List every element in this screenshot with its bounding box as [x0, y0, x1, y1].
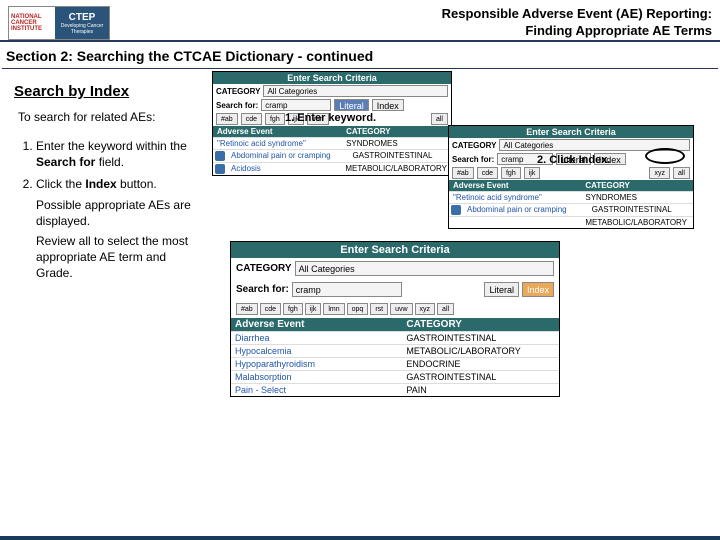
category-label: CATEGORY	[216, 87, 260, 96]
letter-tab[interactable]: ijk	[524, 167, 541, 179]
section-title: Section 2: Searching the CTCAE Dictionar…	[2, 42, 718, 69]
logo-ctep-top: CTEP	[57, 12, 107, 23]
letter-tab[interactable]: rst	[370, 303, 388, 315]
ae-link[interactable]: Malabsorption	[231, 371, 402, 383]
ae-link[interactable]: Acidosis	[227, 163, 341, 175]
step-1: Enter the keyword within the Search for …	[36, 138, 202, 170]
letter-tab[interactable]: uvw	[390, 303, 412, 315]
ae-link[interactable]: Hypoparathyroidism	[231, 358, 402, 370]
search-for-label: Search for:	[452, 155, 494, 164]
search-for-label: Search for:	[236, 284, 289, 295]
step-2-sub1: Possible appropriate AEs are displayed.	[36, 197, 202, 229]
step-2-sub2: Review all to select the most appropriat…	[36, 233, 202, 282]
row-icon	[451, 205, 461, 215]
category-select[interactable]: All Categories	[263, 85, 448, 97]
ae-link[interactable]: Diarrhea	[231, 332, 402, 344]
ae-link[interactable]: Hypocalcemia	[231, 345, 402, 357]
letter-tab[interactable]: fgh	[265, 113, 285, 125]
letter-tab[interactable]: #ab	[452, 167, 474, 179]
letter-tab[interactable]: xyz	[649, 167, 670, 179]
callout-2: 2. Click Index.	[537, 154, 610, 166]
letter-tab[interactable]: fgh	[283, 303, 303, 315]
ae-link[interactable]	[449, 217, 581, 228]
panel-enter-keyword: Enter Search Criteria CATEGORY All Categ…	[212, 71, 452, 176]
letter-tab[interactable]: xyz	[415, 303, 436, 315]
search-for-label: Search for:	[216, 101, 258, 110]
page-title: Responsible Adverse Event (AE) Reporting…	[442, 6, 712, 40]
esc-header: Enter Search Criteria	[231, 242, 559, 258]
letter-tabs: #ab cde fgh ijk xyz all	[449, 166, 693, 180]
ae-results-1: "Retinoic acid syndrome"SYNDROMES Abdomi…	[213, 137, 451, 175]
search-input[interactable]: cramp	[292, 282, 402, 297]
letter-tab[interactable]: lmn	[323, 303, 344, 315]
literal-button[interactable]: Literal	[334, 99, 369, 111]
letter-tab[interactable]: fgh	[501, 167, 521, 179]
slide-header: NATIONAL CANCER INSTITUTE CTEP Developin…	[0, 0, 720, 42]
callout-1: 1. Enter keyword.	[285, 112, 376, 124]
cat-col-header: CATEGORY	[402, 318, 559, 331]
letter-tab-all[interactable]: all	[673, 167, 690, 179]
ae-link[interactable]: "Retinoic acid syndrome"	[449, 192, 581, 203]
title-line-1: Responsible Adverse Event (AE) Reporting…	[442, 6, 712, 23]
row-icon	[215, 164, 225, 174]
ae-results-2: "Retinoic acid syndrome"SYNDROMES Abdomi…	[449, 191, 693, 228]
letter-tab[interactable]: cde	[477, 167, 498, 179]
ae-link[interactable]: "Retinoic acid syndrome"	[213, 138, 342, 149]
ae-results-3: DiarrheaGASTROINTESTINAL HypocalcemiaMET…	[231, 331, 559, 396]
letter-tab-all[interactable]: all	[431, 113, 448, 125]
index-button[interactable]: Index	[522, 282, 554, 297]
ae-link[interactable]: Abdominal pain or cramping	[227, 150, 348, 162]
letter-tab[interactable]: #ab	[236, 303, 258, 315]
cat-col-header: CATEGORY	[342, 126, 451, 137]
index-button[interactable]: Index	[372, 99, 404, 111]
panel-click-index: Enter Search Criteria CATEGORY All Categ…	[448, 125, 694, 229]
logo-ctep-sub: Developing Cancer Therapies	[57, 23, 107, 35]
letter-tabs: #ab cde fgh ijk lmn opq rst uvw xyz all	[231, 300, 559, 318]
cat-col-header: CATEGORY	[581, 180, 693, 191]
letter-tab[interactable]: opq	[347, 303, 369, 315]
intro-text: To search for related AEs:	[18, 110, 178, 124]
title-line-2: Finding Appropriate AE Terms	[442, 23, 712, 40]
esc-header: Enter Search Criteria	[449, 126, 693, 138]
ae-col-header: Adverse Event	[231, 318, 402, 331]
ae-col-header: Adverse Event	[213, 126, 342, 137]
logo-ctep: CTEP Developing Cancer Therapies	[55, 7, 109, 39]
category-select[interactable]: All Categories	[295, 261, 554, 276]
category-label: CATEGORY	[236, 263, 292, 274]
ae-link[interactable]: Abdominal pain or cramping	[463, 204, 588, 216]
logo-box: NATIONAL CANCER INSTITUTE CTEP Developin…	[8, 6, 110, 40]
logo-nci: NATIONAL CANCER INSTITUTE	[9, 7, 55, 39]
panel-results: Enter Search Criteria CATEGORY All Categ…	[230, 241, 560, 397]
search-input[interactable]: cramp	[261, 99, 331, 111]
steps-list: Enter the keyword within the Search for …	[14, 138, 202, 282]
letter-tab[interactable]: #ab	[216, 113, 238, 125]
letter-tab[interactable]: cde	[260, 303, 281, 315]
letter-tab[interactable]: ijk	[305, 303, 322, 315]
letter-tab-all[interactable]: all	[437, 303, 454, 315]
category-label: CATEGORY	[452, 141, 496, 150]
row-icon	[215, 151, 225, 161]
esc-header: Enter Search Criteria	[213, 72, 451, 84]
ae-link[interactable]: Pain - Select	[231, 384, 402, 396]
ae-col-header: Adverse Event	[449, 180, 581, 191]
logo-nci-l3: INSTITUTE	[11, 26, 53, 32]
literal-button[interactable]: Literal	[484, 282, 519, 297]
step-2: Click the Index button. Possible appropr…	[36, 176, 202, 281]
letter-tab[interactable]: cde	[241, 113, 262, 125]
index-highlight-ring	[645, 148, 685, 164]
